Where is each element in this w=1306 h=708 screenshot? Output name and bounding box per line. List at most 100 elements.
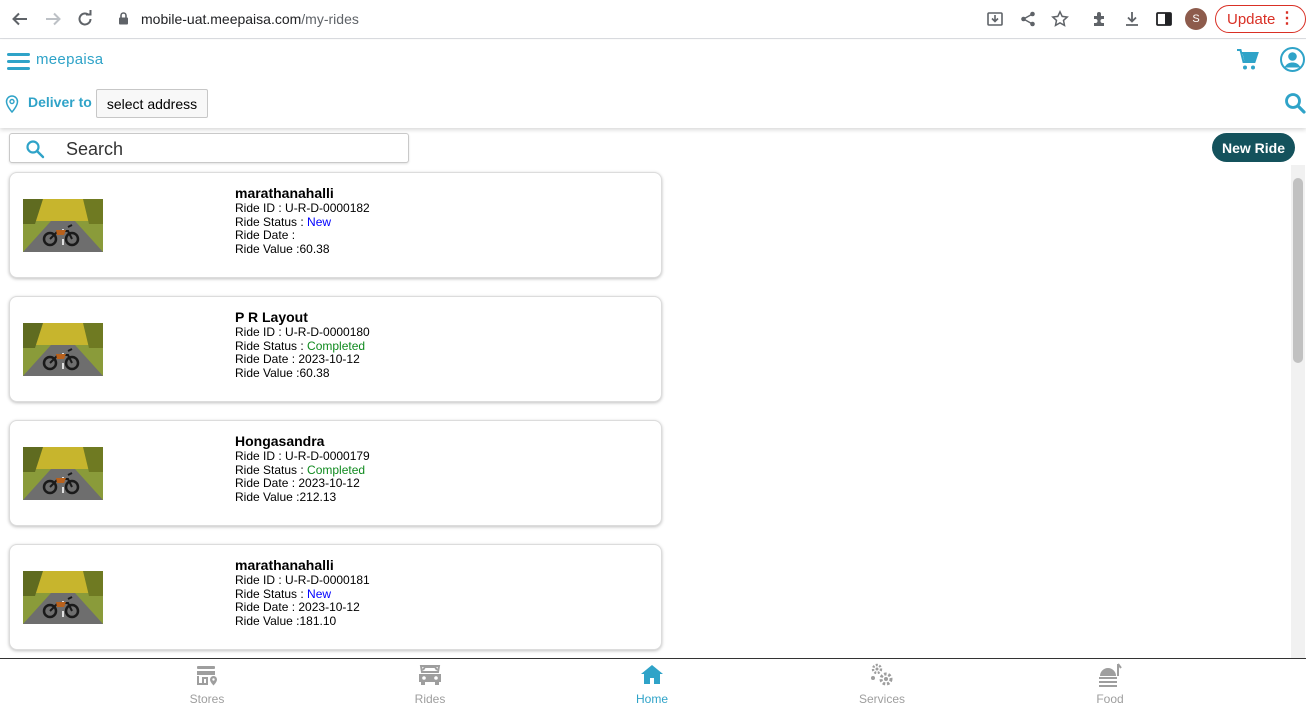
nav-label: Home [635, 692, 668, 706]
back-arrow-icon [12, 12, 27, 26]
ride-value-amount: 181.10 [299, 613, 337, 628]
ride-value-row: Ride Value :212.13 [235, 489, 370, 505]
nav-home[interactable]: Home [612, 659, 692, 708]
cart-icon[interactable] [1236, 48, 1260, 72]
ride-status-row: Ride Status : New [235, 586, 370, 602]
ride-date-label: Ride Date : [235, 476, 296, 490]
new-ride-button[interactable]: New Ride [1212, 133, 1295, 162]
scrollbar-thumb[interactable] [1293, 178, 1303, 363]
ride-date-row: Ride Date : [235, 228, 370, 243]
ride-value-label: Ride Value : [235, 489, 300, 504]
nav-label: Food [1096, 692, 1124, 706]
back-button[interactable] [9, 8, 31, 30]
ride-list: marathanahalli Ride ID : U-R-D-0000182 R… [9, 172, 662, 668]
ride-status-label: Ride Status : [235, 338, 304, 353]
extensions-icon[interactable] [1090, 9, 1110, 29]
ride-status-row: Ride Status : Completed [235, 338, 370, 354]
reload-button[interactable] [74, 8, 96, 30]
ride-status-value: Completed [307, 462, 366, 477]
nav-services[interactable]: Services [842, 659, 922, 708]
ride-id-label: Ride ID : [235, 573, 282, 587]
ride-thumbnail [23, 199, 103, 252]
ride-date-row: Ride Date : 2023-10-12 [235, 600, 370, 615]
side-panel-icon[interactable] [1154, 9, 1174, 29]
forward-arrow-icon [46, 12, 61, 26]
ride-id-value: U-R-D-0000179 [285, 449, 370, 463]
url-text: mobile-uat.meepaisa.com/my-rides [141, 11, 359, 27]
ride-title: marathanahalli [235, 185, 334, 201]
brand-logo[interactable]: meepaisa [36, 51, 103, 68]
ride-status-row: Ride Status : Completed [235, 462, 370, 478]
forward-button[interactable] [42, 8, 64, 30]
browser-toolbar: mobile-uat.meepaisa.com/my-rides S Updat… [0, 0, 1306, 39]
hamburger-menu-icon[interactable] [7, 53, 30, 70]
motorcycle-image [23, 447, 103, 500]
ride-thumbnail [23, 447, 103, 500]
ride-value-label: Ride Value : [235, 241, 300, 256]
ride-value-amount: 60.38 [299, 365, 330, 380]
nav-food[interactable]: Food [1070, 659, 1150, 708]
ride-id-label: Ride ID : [235, 201, 282, 215]
install-app-icon[interactable] [985, 9, 1005, 29]
nav-rides[interactable]: Rides [390, 659, 470, 708]
search-icon [25, 139, 45, 159]
stores-icon [194, 662, 220, 688]
ride-card[interactable]: marathanahalli Ride ID : U-R-D-0000181 R… [9, 544, 662, 650]
downloads-icon[interactable] [1122, 9, 1142, 29]
profile-avatar[interactable]: S [1185, 8, 1207, 30]
url-host: mobile-uat.meepaisa.com [141, 11, 302, 27]
update-button[interactable]: Update ⋮ [1215, 5, 1306, 33]
kebab-menu-icon: ⋮ [1279, 10, 1295, 27]
ride-id-label: Ride ID : [235, 325, 282, 339]
address-bar[interactable]: mobile-uat.meepaisa.com/my-rides [108, 4, 1076, 34]
ride-status-row: Ride Status : New [235, 214, 370, 230]
bottom-navigation: Stores Rides Home Services Food [0, 658, 1306, 707]
url-path: /my-rides [301, 11, 359, 27]
ride-status-label: Ride Status : [235, 214, 304, 229]
location-pin-icon [5, 95, 19, 114]
motorcycle-image [23, 571, 103, 624]
ride-status-label: Ride Status : [235, 586, 304, 601]
ride-value-label: Ride Value : [235, 365, 300, 380]
ride-date-label: Ride Date : [235, 352, 296, 366]
account-icon[interactable] [1280, 47, 1305, 72]
ride-thumbnail [23, 323, 103, 376]
food-icon [1097, 662, 1123, 688]
ride-date-value: 2023-10-12 [298, 352, 360, 366]
ride-card[interactable]: Hongasandra Ride ID : U-R-D-0000179 Ride… [9, 420, 662, 526]
search-input[interactable] [66, 137, 396, 161]
nav-label: Stores [189, 692, 225, 706]
ride-value-amount: 60.38 [299, 241, 330, 256]
app-header: meepaisa Deliver to select address [0, 40, 1306, 128]
ride-id-row: Ride ID : U-R-D-0000179 [235, 449, 370, 464]
motorcycle-image [23, 199, 103, 252]
ride-id-value: U-R-D-0000180 [285, 325, 370, 339]
ride-card[interactable]: P R Layout Ride ID : U-R-D-0000180 Ride … [9, 296, 662, 402]
ride-id-row: Ride ID : U-R-D-0000182 [235, 201, 370, 216]
ride-card[interactable]: marathanahalli Ride ID : U-R-D-0000182 R… [9, 172, 662, 278]
nav-stores[interactable]: Stores [167, 659, 247, 708]
ride-details: P R Layout Ride ID : U-R-D-0000180 Ride … [235, 310, 370, 380]
ride-date-value: 2023-10-12 [298, 600, 360, 614]
ride-details: Hongasandra Ride ID : U-R-D-0000179 Ride… [235, 434, 370, 504]
ride-thumbnail [23, 571, 103, 624]
ride-details: marathanahalli Ride ID : U-R-D-0000181 R… [235, 558, 370, 628]
scrollbar[interactable] [1291, 165, 1305, 658]
ride-details: marathanahalli Ride ID : U-R-D-0000182 R… [235, 186, 370, 256]
ride-value-amount: 212.13 [299, 489, 337, 504]
ride-value-row: Ride Value :60.38 [235, 365, 370, 381]
ride-search-bar[interactable] [9, 133, 409, 163]
ride-value-row: Ride Value :181.10 [235, 613, 370, 629]
ride-id-value: U-R-D-0000182 [285, 201, 370, 215]
nav-label: Services [858, 692, 905, 706]
ride-value-row: Ride Value :60.38 [235, 241, 370, 257]
search-icon[interactable] [1284, 92, 1306, 114]
ride-date-value: 2023-10-12 [298, 476, 360, 490]
share-icon[interactable] [1018, 9, 1038, 29]
ride-status-value: New [307, 214, 332, 229]
bookmark-star-icon[interactable] [1050, 9, 1070, 29]
select-address-button[interactable]: select address [96, 89, 208, 118]
ride-date-label: Ride Date : [235, 228, 296, 242]
ride-title: marathanahalli [235, 557, 334, 573]
reload-icon [78, 10, 92, 26]
